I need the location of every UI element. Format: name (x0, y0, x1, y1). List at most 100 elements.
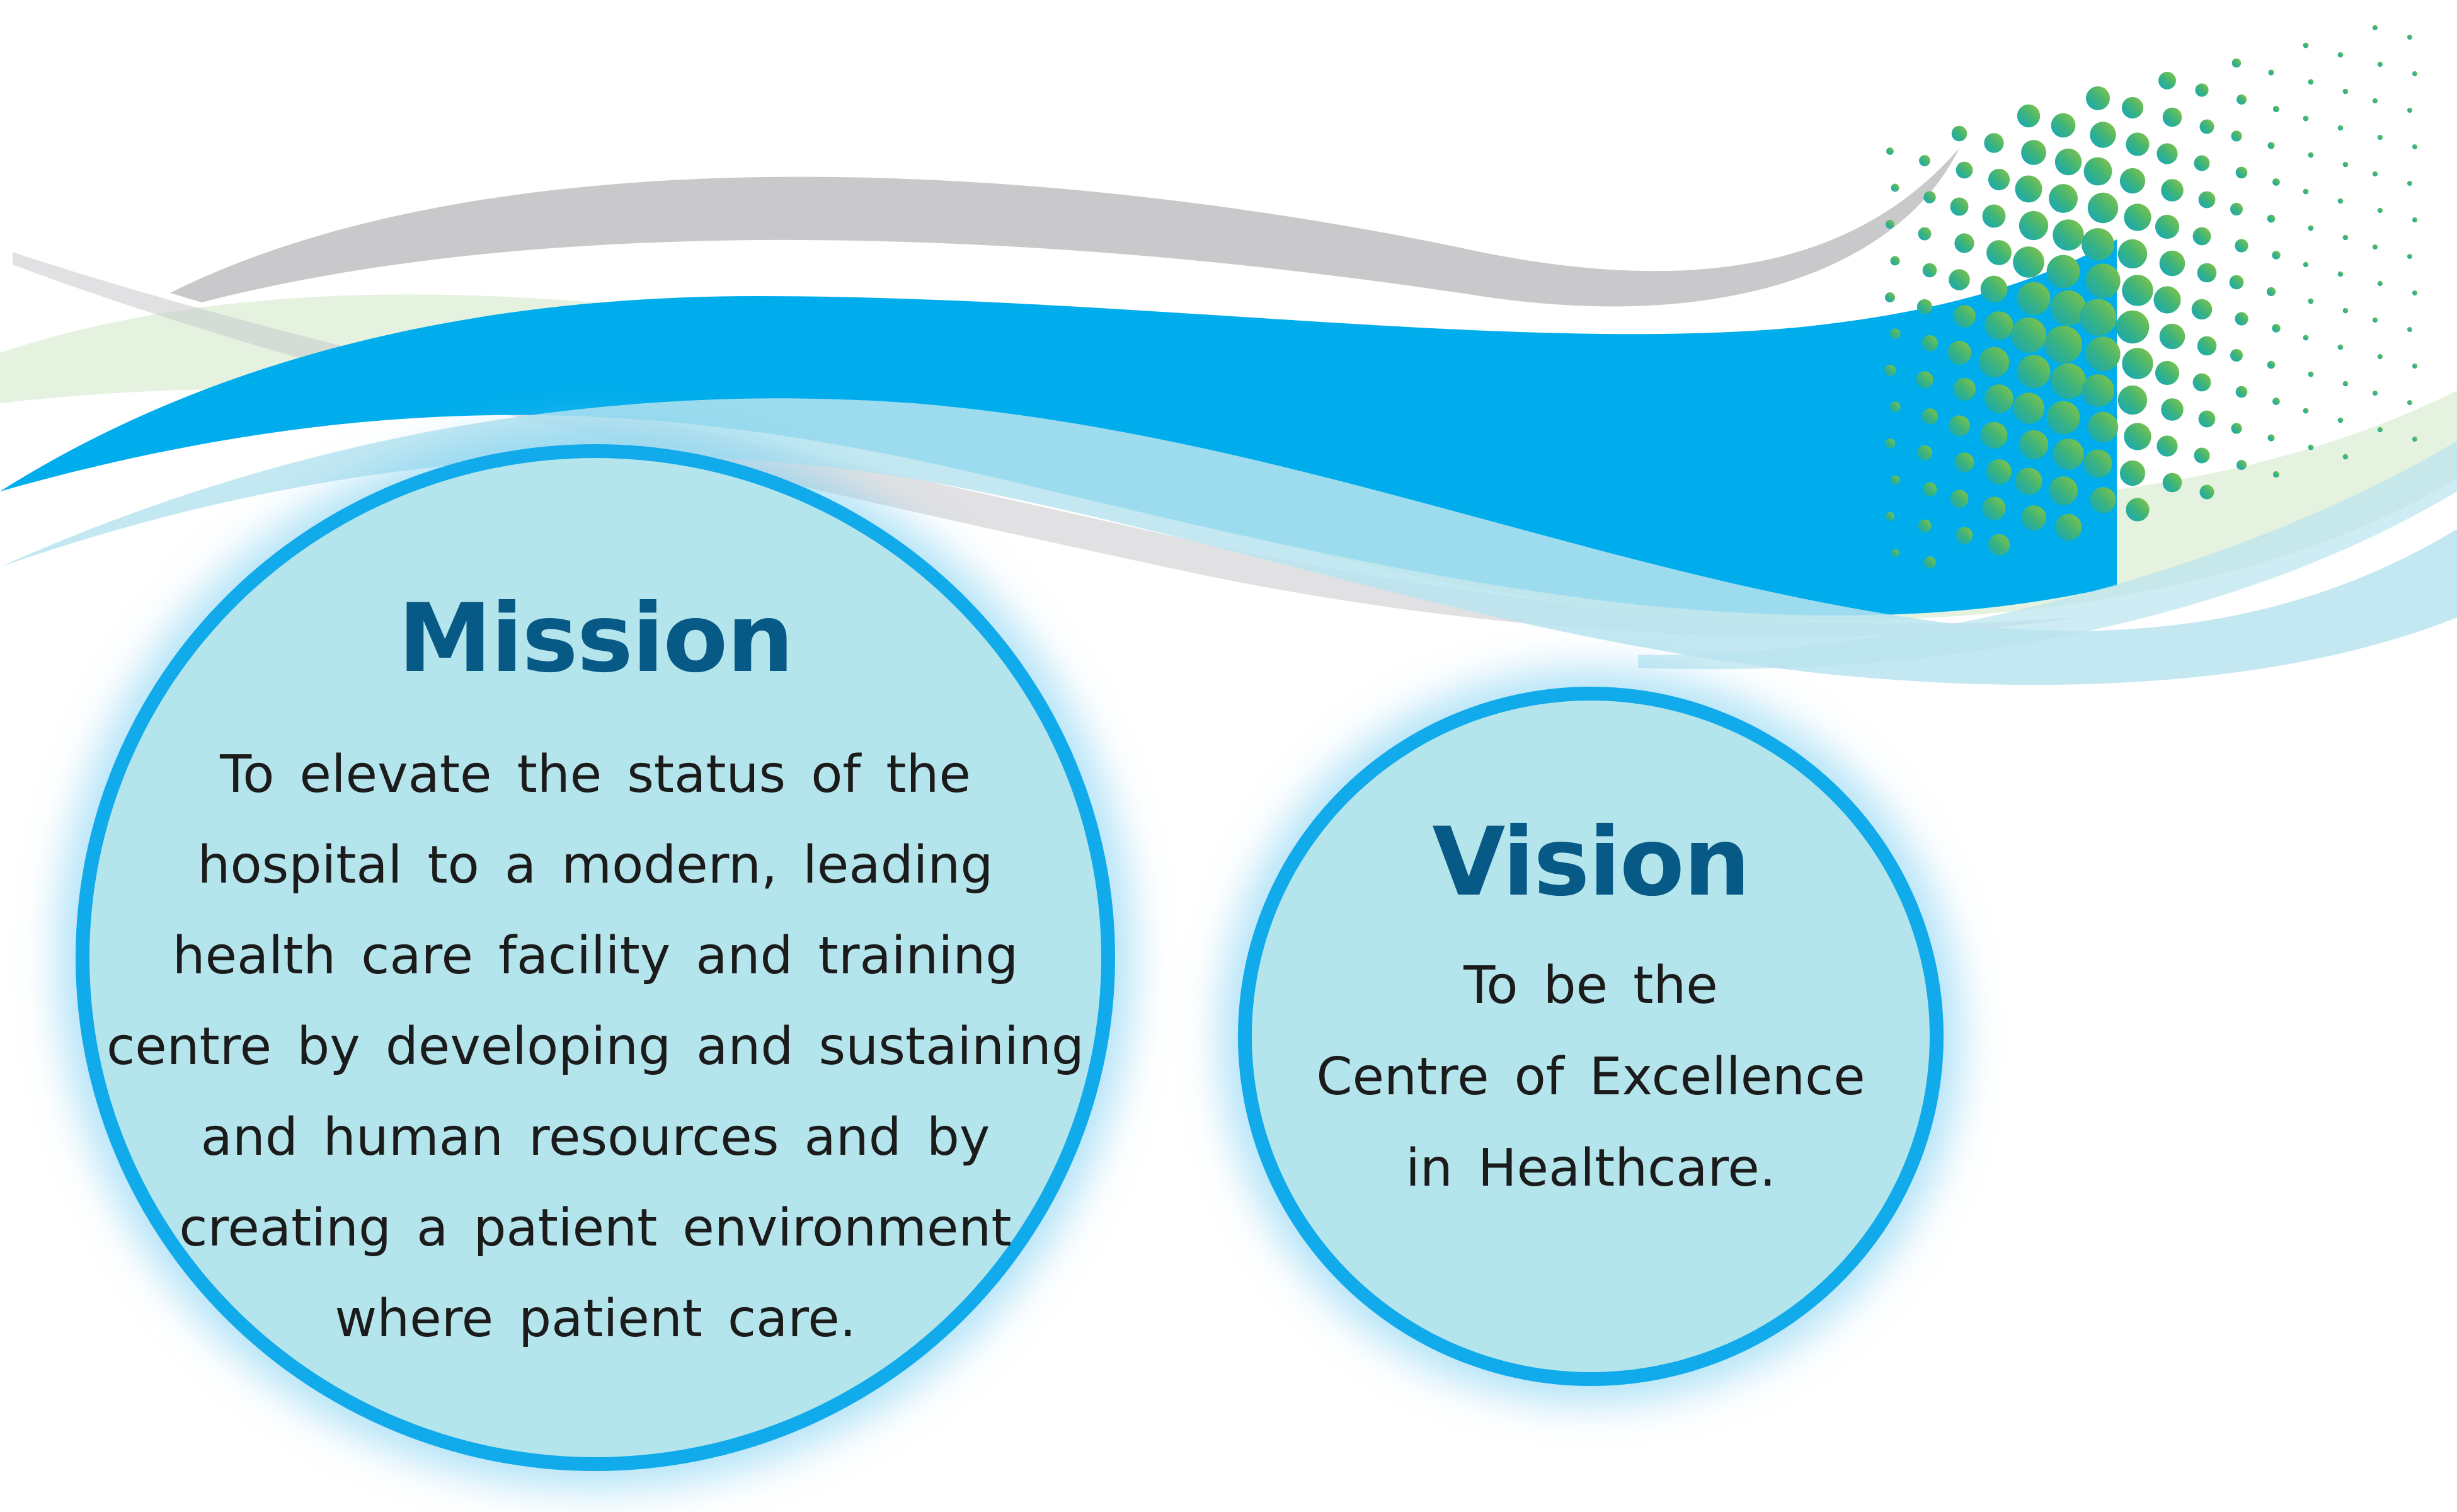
halftone-dot (2308, 152, 2314, 158)
halftone-dot (2017, 282, 2051, 316)
halftone-dot (2231, 58, 2242, 68)
halftone-dot (1956, 161, 1973, 179)
halftone-dot (2122, 348, 2153, 379)
halftone-dot (2236, 94, 2247, 105)
halftone-dot (1982, 496, 2006, 520)
mission-text-line: centre by developing and sustaining (106, 1017, 1084, 1077)
halftone-dot (1982, 204, 2006, 228)
halftone-dot (2049, 184, 2078, 213)
halftone-dot (2079, 299, 2117, 336)
halftone-dot (2162, 107, 2182, 127)
halftone-dot (2124, 423, 2151, 450)
halftone-dot (1950, 197, 1969, 216)
halftone-dot (2266, 287, 2276, 297)
halftone-dot (2337, 344, 2344, 350)
halftone-dot (2019, 430, 2049, 460)
halftone-dot (2372, 25, 2378, 31)
halftone-dot (1922, 263, 1937, 278)
halftone-dot (2085, 336, 2121, 372)
halftone-dot (2155, 360, 2180, 386)
halftone-dot (1886, 220, 1894, 229)
halftone-dot (2159, 323, 2185, 350)
halftone-dot (2272, 251, 2281, 260)
halftone-dot (2119, 460, 2146, 486)
halftone-dot (1949, 415, 1970, 437)
halftone-dot (2303, 335, 2309, 341)
mission-text-line: creating a patient environment (179, 1198, 1012, 1258)
halftone-dot (2377, 134, 2383, 140)
halftone-dot (2235, 312, 2248, 326)
halftone-dot (1953, 305, 1976, 328)
halftone-dot (1988, 534, 2010, 556)
halftone-dot (2199, 119, 2214, 134)
halftone-dot (2412, 437, 2417, 442)
halftone-dot (1889, 401, 1901, 413)
halftone-dot (2235, 239, 2248, 253)
halftone-dot (2268, 69, 2274, 76)
halftone-dot (2407, 327, 2412, 332)
halftone-dot (2197, 336, 2217, 356)
halftone-dot (1984, 384, 2013, 413)
halftone-dot (2124, 203, 2151, 231)
halftone-dot (1980, 421, 2008, 449)
halftone-dot (2082, 374, 2114, 407)
halftone-dot (2412, 71, 2417, 76)
halftone-dot (1916, 299, 1933, 315)
halftone-dot (2236, 460, 2247, 470)
halftone-dot (1950, 490, 1969, 508)
halftone-dot (1886, 147, 1894, 155)
halftone-dot (2272, 105, 2280, 113)
halftone-dot (2267, 434, 2275, 442)
halftone-dot (1916, 371, 1933, 389)
halftone-dot (2153, 286, 2181, 314)
halftone-dot (1978, 346, 2010, 378)
halftone-dot (2192, 227, 2211, 246)
halftone-dot (1954, 233, 1974, 253)
halftone-dot (2272, 324, 2281, 333)
halftone-dot (2050, 363, 2087, 399)
halftone-dot (2051, 113, 2076, 138)
halftone-dot (2011, 318, 2046, 353)
vision-text-line: in Healthcare. (1406, 1138, 1776, 1198)
halftone-dot (1885, 292, 1895, 302)
mission-text-line: and human resources and by (200, 1108, 990, 1167)
halftone-dot (1980, 275, 2008, 303)
halftone-dot (2342, 234, 2349, 241)
halftone-dot (2377, 61, 2383, 67)
halftone-dot (2407, 181, 2412, 186)
halftone-dot (1954, 452, 1974, 472)
halftone-dot (2407, 400, 2412, 405)
halftone-dot (1949, 269, 1970, 290)
halftone-dot (2122, 275, 2153, 306)
halftone-dot (2199, 484, 2214, 500)
halftone-dot (2162, 472, 2182, 493)
halftone-dot (2337, 417, 2344, 423)
halftone-dot (2015, 175, 2042, 203)
halftone-dot (2372, 317, 2378, 323)
halftone-dot (2126, 132, 2150, 156)
halftone-dot (2197, 263, 2217, 283)
halftone-dot (2198, 410, 2216, 428)
halftone-dot (1922, 408, 1938, 425)
halftone-dot (1922, 335, 1938, 352)
mission-text-line: hospital to a modern, leading (197, 835, 994, 895)
halftone-dot (2272, 178, 2280, 186)
halftone-dot (2303, 408, 2309, 414)
halftone-dot (1886, 512, 1894, 521)
halftone-dot (1918, 519, 1932, 533)
halftone-dot (2017, 104, 2041, 128)
vision-circle: Vision To be the Centre of Excellence in H… (1238, 687, 1944, 1386)
halftone-dot (2231, 423, 2242, 434)
halftone-dot (2303, 115, 2309, 122)
halftone-dot (2337, 52, 2344, 58)
halftone-dot (1884, 364, 1896, 377)
halftone-dot (2158, 72, 2176, 89)
halftone-dot (2308, 298, 2314, 304)
halftone-dot (2053, 219, 2084, 251)
halftone-dot (2086, 86, 2110, 110)
halftone-dot (2126, 498, 2150, 522)
halftone-dot (2372, 171, 2378, 177)
halftone-dot (2054, 148, 2082, 176)
halftone-dot (2083, 157, 2112, 186)
halftone-dot (2229, 275, 2244, 290)
